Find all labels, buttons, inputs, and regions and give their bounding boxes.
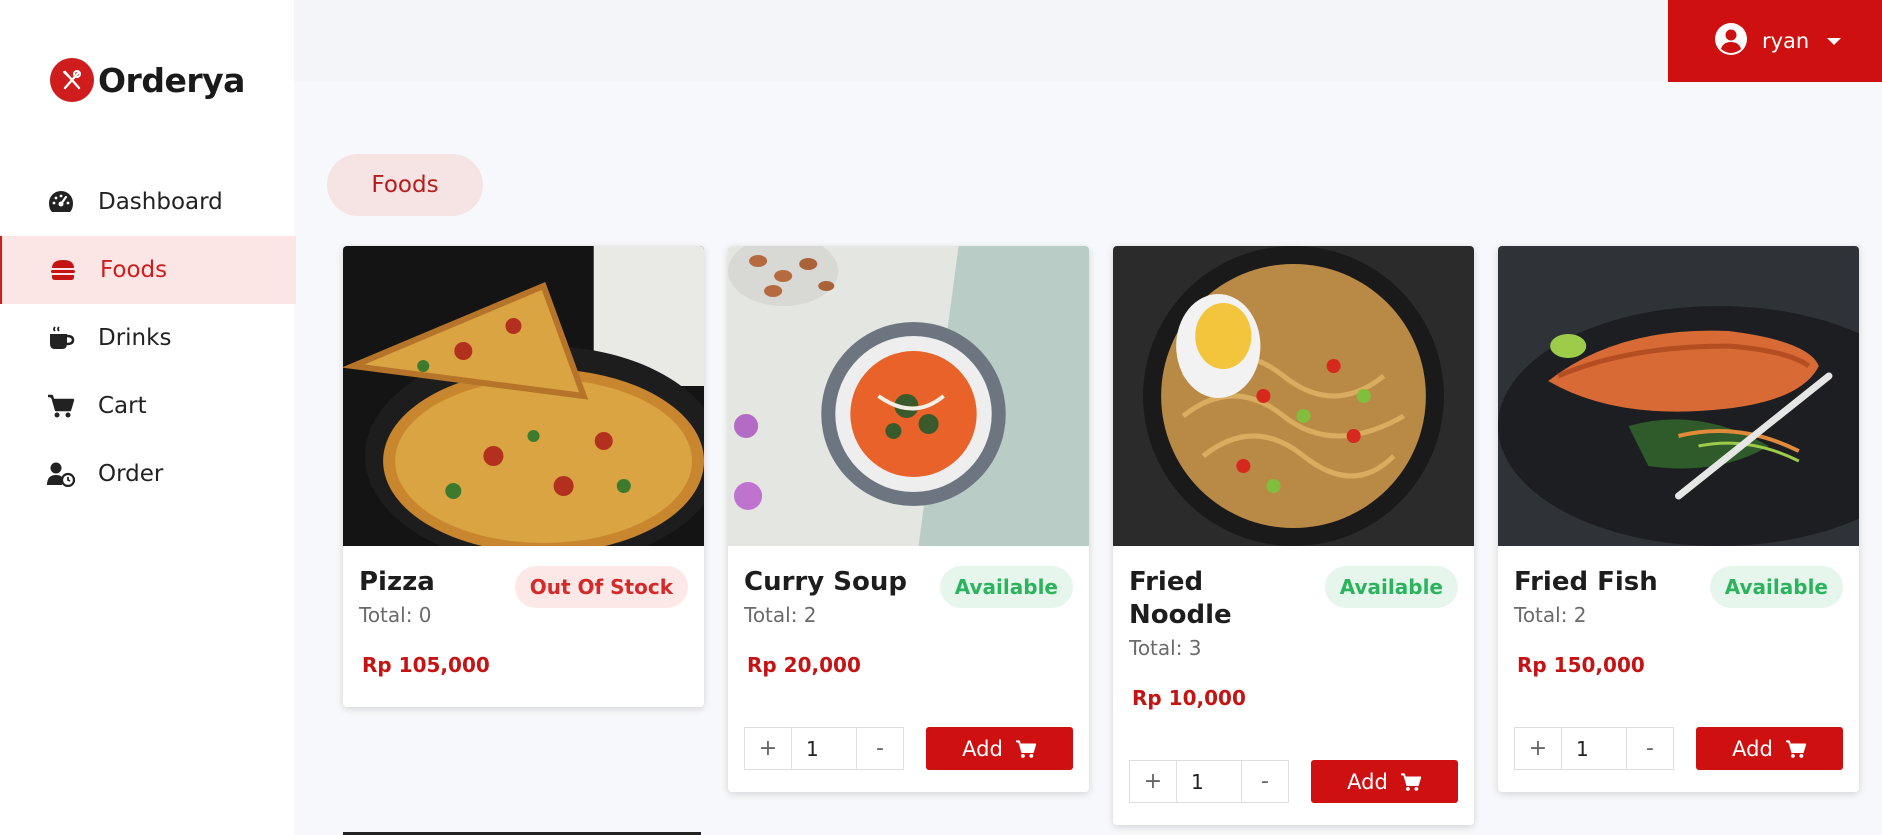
sidebar-item-cart[interactable]: Cart <box>0 372 296 440</box>
sidebar-nav: Dashboard Foods Drinks Cart Order <box>0 168 296 508</box>
product-card-fried-fish: Fried Fish Available Total: 2 Rp 150,000… <box>1498 246 1859 792</box>
quantity-input[interactable] <box>1177 760 1241 803</box>
product-image-fried-fish <box>1498 246 1859 546</box>
card-body: Fried Noodle Available Total: 3 Rp 10,00… <box>1113 546 1474 825</box>
quantity-input[interactable] <box>1562 727 1626 770</box>
product-name: Fried Fish <box>1514 567 1658 597</box>
sidebar-item-dashboard[interactable]: Dashboard <box>0 168 296 236</box>
add-button-label: Add <box>1347 769 1388 794</box>
add-to-cart-button[interactable]: Add <box>926 727 1073 770</box>
card-body: Fried Fish Available Total: 2 Rp 150,000… <box>1498 546 1859 792</box>
cart-icon <box>1400 772 1421 791</box>
logo-utensils-icon <box>50 58 94 102</box>
product-price: Rp 150,000 <box>1517 653 1645 677</box>
cart-icon <box>46 391 76 421</box>
card-body: Curry Soup Available Total: 2 Rp 20,000 … <box>728 546 1089 792</box>
product-card-pizza: Pizza Out Of Stock Total: 0 Rp 105,000 <box>343 246 704 707</box>
increment-button[interactable]: + <box>1514 727 1562 770</box>
coffee-icon <box>46 323 76 353</box>
product-image-fried-noodle <box>1113 246 1474 546</box>
user-circle-icon <box>1714 22 1748 60</box>
sidebar-item-order[interactable]: Order <box>0 440 296 508</box>
add-button-label: Add <box>1732 736 1773 761</box>
status-badge: Available <box>1709 566 1843 608</box>
card-body: Pizza Out Of Stock Total: 0 Rp 105,000 <box>343 546 704 677</box>
quantity-input[interactable] <box>792 727 856 770</box>
product-total: Total: 3 <box>1129 636 1202 660</box>
app-logo[interactable]: Orderya <box>50 58 245 102</box>
sidebar-item-label: Order <box>98 461 164 487</box>
user-clock-icon <box>46 459 76 489</box>
decrement-button[interactable]: - <box>1626 727 1674 770</box>
user-name: ryan <box>1762 29 1810 53</box>
burger-icon <box>48 255 78 285</box>
sidebar-item-label: Foods <box>100 257 168 283</box>
sidebar-item-label: Cart <box>98 393 147 419</box>
chevron-down-icon <box>1827 37 1842 45</box>
dashboard-icon <box>46 187 76 217</box>
quantity-controls: + - Add <box>1129 760 1458 825</box>
quantity-stepper: + - <box>1514 727 1674 770</box>
product-price: Rp 105,000 <box>362 653 490 677</box>
cart-icon <box>1015 739 1036 758</box>
quantity-stepper: + - <box>744 727 904 770</box>
add-to-cart-button[interactable]: Add <box>1311 760 1458 803</box>
add-button-label: Add <box>962 736 1003 761</box>
status-badge: Available <box>939 566 1073 608</box>
sidebar-item-label: Dashboard <box>98 189 223 215</box>
product-name: Curry Soup <box>744 567 907 597</box>
user-menu-button[interactable]: ryan <box>1668 0 1882 82</box>
sidebar: Orderya Dashboard Foods Drinks Cart Orde… <box>0 0 296 835</box>
sidebar-item-drinks[interactable]: Drinks <box>0 304 296 372</box>
product-image-curry-soup <box>728 246 1089 546</box>
top-bar: ryan <box>294 0 1882 82</box>
category-tab-foods[interactable]: Foods <box>327 154 483 216</box>
app-name: Orderya <box>98 60 245 100</box>
quantity-controls: + - Add <box>1514 727 1843 792</box>
quantity-stepper: + - <box>1129 760 1289 803</box>
increment-button[interactable]: + <box>1129 760 1177 803</box>
product-card-fried-noodle: Fried Noodle Available Total: 3 Rp 10,00… <box>1113 246 1474 825</box>
increment-button[interactable]: + <box>744 727 792 770</box>
product-image-pizza <box>343 246 704 546</box>
decrement-button[interactable]: - <box>1241 760 1289 803</box>
add-to-cart-button[interactable]: Add <box>1696 727 1843 770</box>
cart-icon <box>1785 739 1806 758</box>
sidebar-item-foods[interactable]: Foods <box>0 236 296 304</box>
product-price: Rp 10,000 <box>1132 686 1246 710</box>
product-name: Fried Noodle <box>1129 567 1232 630</box>
quantity-controls: + - Add <box>744 727 1073 792</box>
decrement-button[interactable]: - <box>856 727 904 770</box>
status-badge: Out Of Stock <box>514 566 688 608</box>
sidebar-item-label: Drinks <box>98 325 172 351</box>
product-card-curry-soup: Curry Soup Available Total: 2 Rp 20,000 … <box>728 246 1089 792</box>
status-badge: Available <box>1324 566 1458 608</box>
product-price: Rp 20,000 <box>747 653 861 677</box>
